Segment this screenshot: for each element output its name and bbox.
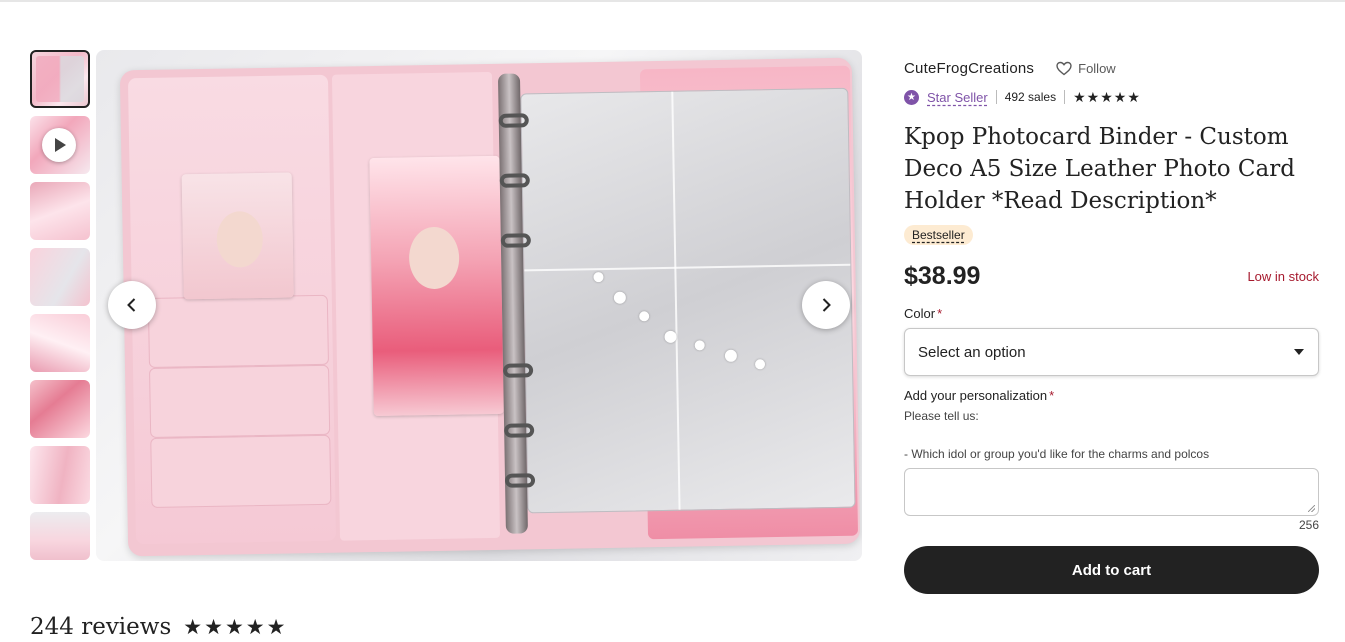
stock-status: Low in stock [1247, 268, 1319, 284]
divider [995, 90, 997, 104]
color-select[interactable]: Select an option [904, 328, 1319, 376]
binder-illustration [119, 57, 861, 557]
star-icon: ★ [1086, 89, 1100, 105]
caret-down-icon [1294, 349, 1304, 355]
personalization-label: Add your personalization * [904, 388, 1055, 403]
personalization-input[interactable] [904, 468, 1319, 516]
star-icon: ★ [224, 615, 244, 639]
reviews-summary: 244 reviews ★ ★ ★ ★ ★ [30, 614, 285, 640]
heart-outline-icon [1056, 61, 1072, 75]
reviews-count: 244 reviews [30, 614, 172, 640]
thumbnail-7[interactable] [30, 446, 90, 504]
star-icon: ★ [183, 615, 203, 639]
color-label: Color * [904, 306, 943, 321]
chevron-right-icon [822, 298, 831, 312]
reviews-rating-stars: ★ ★ ★ ★ ★ [183, 617, 285, 638]
personalization-hint: Please tell us: [904, 409, 979, 423]
star-seller-badge[interactable]: Star Seller [927, 90, 988, 105]
bestseller-badge[interactable]: Bestseller [904, 225, 973, 245]
star-icon: ★ [266, 615, 286, 639]
chevron-left-icon [127, 298, 136, 312]
thumbnail-5[interactable] [30, 314, 90, 372]
listing-title: Kpop Photocard Binder - Custom Deco A5 S… [904, 124, 1295, 214]
buy-box: CuteFrogCreations Follow ★ Star Seller 4… [904, 50, 1319, 594]
star-icon: ★ [245, 615, 265, 639]
previous-image-button[interactable] [108, 281, 156, 329]
play-icon [42, 128, 76, 162]
follow-label: Follow [1078, 60, 1116, 76]
star-icon: ★ [1113, 89, 1127, 105]
personalization-hint-detail: - Which idol or group you'd like for the… [904, 447, 1210, 461]
follow-button[interactable]: Follow [1056, 61, 1116, 76]
shop-name-link[interactable]: CuteFrogCreations [904, 60, 1034, 77]
thumbnail-3[interactable] [30, 182, 90, 240]
sales-count: 492 sales [1004, 90, 1057, 104]
character-count: 256 [1298, 518, 1319, 532]
add-to-cart-button[interactable]: Add to cart [904, 546, 1319, 594]
star-icon: ★ [1073, 89, 1086, 105]
thumbnail-4[interactable] [30, 248, 90, 306]
star-icon: ★ [1127, 89, 1140, 105]
star-seller-icon: ★ [904, 89, 919, 105]
main-product-image[interactable] [96, 50, 862, 561]
thumbnail-1[interactable] [30, 50, 90, 108]
star-icon: ★ [1100, 89, 1113, 105]
price: $38.99 [904, 261, 981, 290]
seller-info: ★ Star Seller 492 sales ★ ★ ★ ★ ★ [904, 87, 1319, 107]
color-select-value: Select an option [918, 343, 1026, 361]
thumbnail-6[interactable] [30, 380, 90, 438]
header-divider [0, 0, 1345, 2]
shop-rating-stars[interactable]: ★ ★ ★ ★ ★ [1073, 90, 1140, 104]
thumbnail-8[interactable] [30, 512, 90, 560]
star-icon: ★ [204, 615, 223, 639]
next-image-button[interactable] [802, 281, 850, 329]
thumbnail-strip [30, 50, 90, 568]
thumbnail-video[interactable] [30, 116, 90, 174]
divider [1064, 90, 1066, 104]
